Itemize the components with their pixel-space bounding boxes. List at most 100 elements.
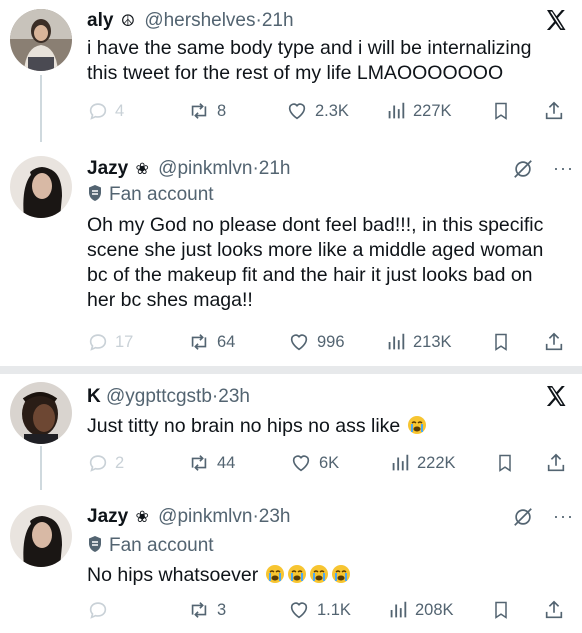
repost-icon (191, 602, 207, 618)
tweet-card[interactable]: Jazy ❀ @pinkmlvn·21h ··· Fan account Oh … (0, 142, 582, 362)
tweet-card[interactable]: K @ygpttcgstb·23h Just titty no brain no… (0, 374, 582, 490)
thread-line (40, 75, 42, 142)
share-icon (545, 600, 563, 619)
bookmark-icon (499, 454, 511, 472)
more-options-button[interactable]: ··· (553, 158, 574, 179)
x-logo-icon (546, 10, 566, 30)
reply-icon (89, 455, 107, 472)
repost-icon (191, 103, 207, 119)
user-handle[interactable]: @hershelves (144, 10, 255, 31)
share-icon (545, 101, 563, 120)
views-button[interactable]: 208K (387, 597, 454, 623)
timestamp[interactable]: 21h (259, 158, 291, 179)
fan-account-label: Fan account (87, 184, 214, 206)
views-button[interactable]: 227K (385, 98, 452, 124)
avatar[interactable] (10, 382, 72, 444)
reply-button[interactable]: 4 (87, 98, 124, 124)
views-icon (392, 454, 409, 471)
share-button[interactable] (545, 450, 567, 476)
fan-account-text: Fan account (109, 535, 214, 556)
crying-face-emoji-icon (287, 565, 306, 583)
bookmark-icon (495, 601, 507, 619)
tweet-text: Oh my God no please dont feel bad!!!, in… (87, 214, 544, 311)
bookmark-icon (495, 333, 507, 351)
share-button[interactable] (543, 98, 565, 124)
tweet-header: Jazy ❀ @pinkmlvn·23h (87, 506, 290, 528)
like-count: 2.3K (315, 101, 349, 120)
avatar[interactable] (10, 156, 72, 218)
repost-count: 3 (217, 600, 227, 619)
heart-icon (288, 103, 306, 120)
grok-slash-icon[interactable] (512, 506, 534, 528)
user-handle[interactable]: @ygpttcgstb (106, 386, 212, 407)
views-button[interactable]: 213K (385, 329, 452, 355)
display-name[interactable]: Jazy (87, 506, 128, 527)
action-bar: 17 64 996 213K (87, 329, 567, 355)
more-options-button[interactable]: ··· (553, 506, 574, 527)
tweet-header: Jazy ❀ @pinkmlvn·21h (87, 158, 290, 180)
action-bar: 4 8 2.3K 227K (87, 98, 567, 124)
reply-icon (89, 334, 107, 351)
like-count: 1.1K (317, 600, 351, 619)
like-count: 6K (319, 453, 340, 472)
bookmark-button[interactable] (491, 329, 511, 355)
crying-face-emoji-icon (331, 565, 350, 583)
share-button[interactable] (543, 329, 565, 355)
action-bar: 3 1.1K 208K (87, 597, 567, 623)
tweet-header: aly ☮ @hershelves·21h (87, 10, 294, 32)
thread-line (40, 446, 42, 490)
user-handle[interactable]: @pinkmlvn (158, 506, 252, 527)
x-logo-icon (546, 386, 566, 406)
like-button[interactable]: 1.1K (287, 597, 351, 623)
tweet-text: i have the same body type and i will be … (87, 37, 532, 84)
share-icon (547, 453, 565, 472)
name-badge: ❀ (135, 509, 149, 526)
reply-button[interactable]: 17 (87, 329, 133, 355)
avatar[interactable] (10, 9, 72, 71)
timestamp[interactable]: 23h (259, 506, 291, 527)
tweet-text: No hips whatsoever (87, 563, 557, 588)
repost-button[interactable]: 3 (187, 597, 226, 623)
repost-button[interactable]: 64 (187, 329, 235, 355)
repost-button[interactable]: 8 (187, 98, 226, 124)
user-handle[interactable]: @pinkmlvn (158, 158, 252, 179)
view-count: 227K (413, 101, 452, 120)
crying-face-emoji-icon (265, 565, 284, 583)
reply-icon (89, 602, 107, 619)
view-count: 208K (415, 600, 454, 619)
tweet-card[interactable]: Jazy ❀ @pinkmlvn·23h ··· Fan account No … (0, 490, 582, 633)
bookmark-button[interactable] (495, 450, 515, 476)
repost-count: 64 (217, 332, 236, 351)
display-name[interactable]: K (87, 386, 101, 407)
name-badge: ☮ (120, 13, 136, 30)
timestamp[interactable]: 21h (262, 10, 294, 31)
views-button[interactable]: 222K (389, 450, 456, 476)
reply-count: 2 (115, 453, 125, 472)
timestamp[interactable]: 23h (218, 386, 250, 407)
reply-button[interactable]: 2 (87, 450, 124, 476)
fan-account-text: Fan account (109, 184, 214, 205)
views-icon (390, 601, 407, 618)
display-name[interactable]: Jazy (87, 158, 128, 179)
repost-count: 44 (217, 453, 236, 472)
reply-button[interactable] (87, 597, 115, 623)
reply-icon (89, 103, 107, 120)
like-button[interactable]: 2.3K (285, 98, 349, 124)
share-icon (545, 332, 563, 351)
shield-icon (89, 185, 101, 201)
share-button[interactable] (543, 597, 565, 623)
repost-button[interactable]: 44 (187, 450, 235, 476)
bookmark-button[interactable] (491, 98, 511, 124)
bookmark-icon (495, 102, 507, 120)
like-button[interactable]: 996 (287, 329, 345, 355)
like-button[interactable]: 6K (289, 450, 339, 476)
crying-face-emoji-icon (407, 416, 426, 434)
display-name[interactable]: aly (87, 10, 113, 31)
repost-count: 8 (217, 101, 227, 120)
views-icon (388, 333, 405, 350)
action-bar: 2 44 6K 222K (87, 450, 567, 476)
tweet-card[interactable]: aly ☮ @hershelves·21h i have the same bo… (0, 0, 582, 142)
grok-slash-icon[interactable] (512, 158, 534, 180)
bookmark-button[interactable] (491, 597, 511, 623)
avatar[interactable] (10, 505, 72, 567)
